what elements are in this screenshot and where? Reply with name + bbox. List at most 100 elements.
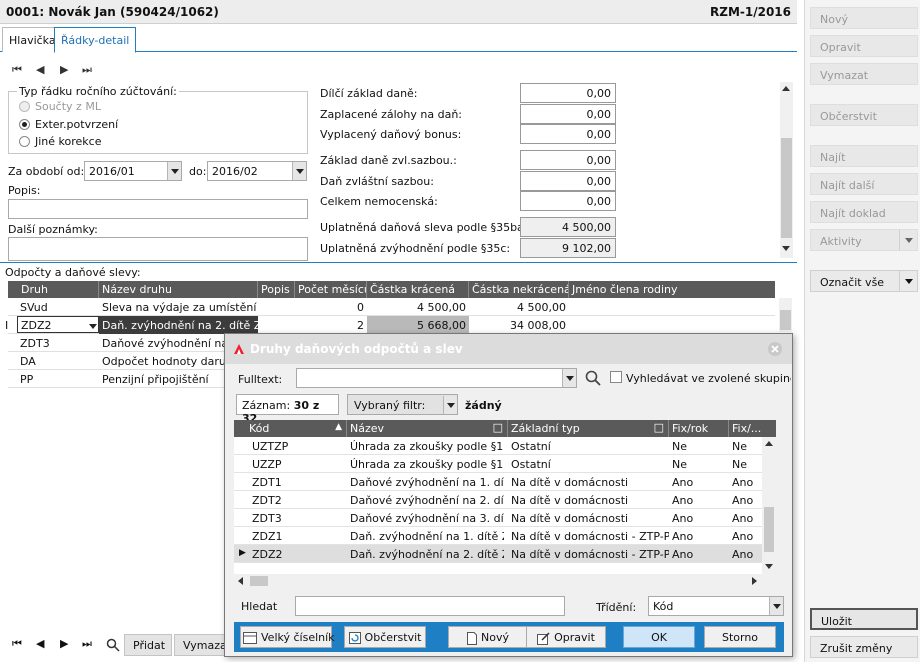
prev-record-icon[interactable]: ◀	[36, 63, 44, 76]
field-bonus[interactable]: 0,00	[520, 124, 616, 144]
tab-radky-detail[interactable]: Řádky-detail	[54, 27, 137, 53]
dalsi-poznamky-input[interactable]	[8, 237, 308, 261]
dialog-hscrollbar[interactable]	[234, 574, 762, 588]
mark-all-button[interactable]: Označit vše	[810, 270, 918, 292]
dialog-row[interactable]: UZTZP Úhrada za zkoušky podle §15 oc Ost…	[234, 437, 762, 455]
chevron-down-icon[interactable]	[769, 597, 783, 615]
search-icon[interactable]	[106, 638, 120, 652]
search-input[interactable]	[295, 596, 565, 616]
filter-dropdown[interactable]: Vybraný filtr:	[347, 394, 458, 415]
radio-exter[interactable]	[19, 119, 30, 130]
next-record-icon[interactable]: ▶	[60, 637, 68, 650]
storno-button[interactable]: Storno	[704, 626, 776, 648]
chevron-down-icon[interactable]	[899, 230, 917, 250]
field-label-sleva: Uplatněná daňová sleva podle §35ba-bb:	[320, 221, 546, 234]
field-label-zvl-zaklad: Základ daně zvl.sazbou.:	[320, 154, 457, 167]
col-typ[interactable]: Základní typ □	[508, 420, 669, 437]
dialog-row[interactable]: ZDT1 Daňové zvýhodnění na 1. dítě Na dít…	[234, 473, 762, 491]
delete-button[interactable]: Vymazat	[810, 63, 918, 85]
field-zalohy[interactable]: 0,00	[520, 104, 616, 124]
chevron-down-icon[interactable]	[167, 162, 181, 180]
col-fix-rok[interactable]: Fix/rok	[669, 420, 729, 437]
col-kod[interactable]: Kód ▲	[234, 420, 347, 437]
fulltext-input[interactable]	[296, 368, 577, 388]
column-filter-icon[interactable]: □	[654, 421, 664, 434]
add-row-button[interactable]: Přidat	[124, 634, 172, 656]
col-pocet[interactable]: Počet měsíců	[295, 281, 367, 298]
field-zvl-zaklad[interactable]: 0,00	[520, 150, 616, 170]
dialog-button-bar: Velký číselník Občerstvit Nový Opravit O…	[234, 622, 784, 652]
col-jmeno[interactable]: Jméno člena rodiny	[569, 281, 775, 298]
lookup-dialog: Druhy daňových odpočtů a slev Fulltext: …	[224, 333, 793, 657]
grid-scrollbar[interactable]	[779, 298, 792, 332]
cell-fix: Ano	[672, 512, 694, 525]
first-record-icon[interactable]: ⏮	[12, 637, 22, 651]
activity-button[interactable]: Aktivity	[810, 229, 918, 251]
sort-select[interactable]: Kód	[648, 596, 784, 616]
radio-soucty[interactable]	[19, 101, 30, 112]
table-row[interactable]: SVud Sleva na výdaje za umístění dítě 0 …	[8, 298, 775, 316]
col-druh[interactable]: Druh	[8, 281, 99, 298]
period-to-select[interactable]: 2016/02	[207, 161, 307, 181]
chevron-down-icon[interactable]	[899, 271, 917, 291]
find-next-button[interactable]: Najít další	[810, 173, 918, 195]
save-button[interactable]: Uložit	[810, 608, 918, 630]
field-zvyhodneni: 9 102,00	[520, 238, 616, 258]
dialog-edit-button[interactable]: Opravit	[526, 626, 606, 648]
new-button[interactable]: Nový	[810, 7, 918, 29]
last-record-icon[interactable]: ⏭	[82, 63, 92, 77]
group-search-checkbox[interactable]	[610, 371, 622, 383]
dialog-row-current[interactable]: ▶ ZDZ2 Daň. zvýhodnění na 2. dítě ZTP Na…	[234, 545, 762, 563]
col-nazev[interactable]: Název druhu	[99, 281, 258, 298]
period-from-select[interactable]: 2016/01	[84, 161, 182, 181]
dialog-new-button[interactable]: Nový	[448, 626, 528, 648]
col-nekracena[interactable]: Částka nekrácená	[469, 281, 569, 298]
popis-input[interactable]	[8, 199, 308, 219]
record-counter: Záznam: 30 z 32	[236, 394, 339, 425]
cell-typ: Na dítě v domácnosti - ZTP-P	[511, 548, 669, 561]
col-popis[interactable]: Popis	[258, 281, 295, 298]
sort-value: Kód	[653, 600, 674, 613]
dialog-row[interactable]: ZDT2 Daňové zvýhodnění na 2. dítě Na dít…	[234, 491, 762, 509]
chevron-down-icon[interactable]	[443, 396, 457, 414]
cell-fix: Ano	[672, 530, 694, 543]
col-nazev-label: Název	[350, 422, 385, 435]
find-document-button[interactable]: Najít doklad	[810, 201, 918, 223]
dialog-grid-header: Kód ▲ Název □ Základní typ □ Fix/rok Fix/..…	[234, 420, 776, 437]
first-record-icon[interactable]: ⏮	[12, 63, 22, 77]
field-dilci-zaklad[interactable]: 0,00	[520, 83, 616, 103]
field-zvl-dan[interactable]: 0,00	[520, 171, 616, 191]
col-nazev[interactable]: Název □	[347, 420, 508, 437]
find-button[interactable]: Najít	[810, 145, 918, 167]
cancel-changes-button[interactable]: Zrušit změny	[810, 636, 918, 658]
sort-label: Třídění:	[596, 601, 637, 614]
cell-fix: Ano	[672, 494, 694, 507]
next-record-icon[interactable]: ▶	[60, 63, 68, 76]
dialog-row[interactable]: UZZP Úhrada za zkoušky podle §15 oc Osta…	[234, 455, 762, 473]
col-fix-2[interactable]: Fix/...	[729, 420, 776, 437]
refresh-button[interactable]: Občerstvit	[810, 104, 918, 126]
table-row-selected[interactable]: I ZDZ2 Daň. zvýhodnění na 2. dítě ZTP- 2…	[5, 316, 775, 334]
field-label-bonus: Vyplacený daňový bonus:	[320, 128, 462, 141]
dialog-refresh-button[interactable]: Občerstvit	[344, 626, 426, 648]
radio-jine[interactable]	[19, 136, 30, 147]
prev-record-icon[interactable]: ◀	[36, 637, 44, 650]
chevron-down-icon[interactable]	[562, 369, 576, 387]
cell-druh-editor[interactable]: ZDZ2	[17, 316, 99, 333]
last-record-icon[interactable]: ⏭	[82, 637, 92, 651]
col-kracena[interactable]: Částka krácená	[367, 281, 469, 298]
edit-button[interactable]: Opravit	[810, 35, 918, 57]
cell-kod: ZDT3	[252, 512, 282, 525]
search-icon[interactable]	[585, 370, 601, 386]
field-nemocenska[interactable]: 0,00	[520, 191, 616, 211]
ok-button[interactable]: OK	[623, 626, 695, 648]
column-filter-icon[interactable]: □	[493, 421, 503, 434]
dialog-vscrollbar[interactable]	[762, 437, 776, 574]
chevron-down-icon[interactable]	[292, 162, 306, 180]
chevron-down-icon[interactable]	[86, 317, 98, 332]
close-icon[interactable]	[767, 341, 783, 357]
big-catalog-button[interactable]: Velký číselník	[240, 626, 335, 648]
dialog-row[interactable]: ZDZ1 Daň. zvýhodnění na 1. dítě ZTP Na d…	[234, 527, 762, 545]
dialog-row[interactable]: ZDT3 Daňové zvýhodnění na 3. dítě Na dít…	[234, 509, 762, 527]
form-scrollbar[interactable]	[780, 82, 793, 258]
